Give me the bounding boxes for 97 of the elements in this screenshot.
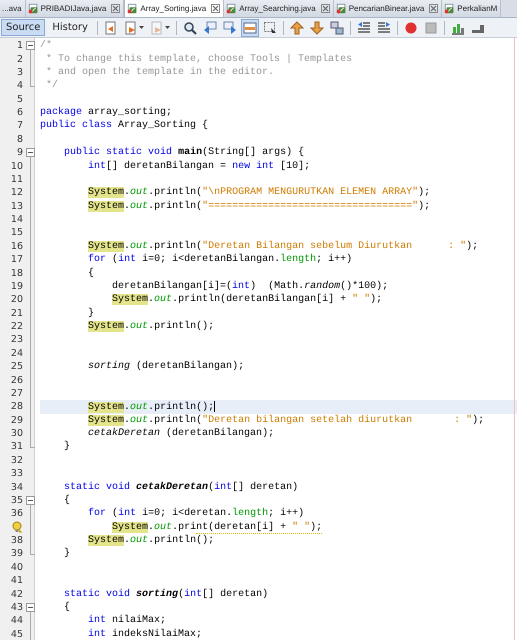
line-number: 40: [10, 562, 23, 573]
line-number: 8: [16, 134, 23, 145]
code-line: int indeksNilaiMax;: [87, 628, 202, 640]
line-number: 22: [10, 321, 23, 332]
line-number: 24: [10, 348, 23, 359]
view-button[interactable]: Source: [1, 19, 46, 36]
code-line: * and open the template in the editor.: [45, 66, 274, 78]
highlight-icon[interactable]: [240, 18, 259, 36]
editor-tab[interactable]: Array_Sorting.java: [124, 0, 224, 17]
code-line: System.out.println();: [87, 535, 214, 546]
line-number: 20: [10, 294, 23, 306]
line-number: 34: [10, 482, 23, 493]
line-number: 30: [10, 428, 23, 440]
line-number: 31: [10, 441, 23, 452]
line-number: 43: [10, 602, 23, 613]
shapes-icon[interactable]: [328, 18, 346, 36]
line-number: 44: [10, 615, 23, 626]
line-number: 23: [10, 334, 23, 346]
code-line: cetakDeretan (deretanBilangan);: [87, 428, 274, 440]
line-number: 39: [10, 548, 23, 560]
code-line: for (int i=0; i<deretan.length; i++): [87, 508, 304, 520]
close-icon[interactable]: [211, 4, 220, 13]
code-line: for (int i=0; i<deretanBilangan.length; i++): [87, 254, 352, 266]
line-number: 38: [10, 535, 23, 546]
line-number: 26: [10, 374, 23, 386]
close-icon[interactable]: [320, 4, 330, 13]
code-line: {: [87, 268, 94, 279]
line-number: 1: [16, 40, 23, 52]
line-number: 4: [16, 80, 23, 92]
editor-tab[interactable]: PRIBADIJava.java: [26, 0, 124, 17]
code-line: System.out.println("==================================");: [87, 200, 430, 212]
line-number: 6: [16, 107, 23, 118]
code-line: static void cetakDeretan(int[] deretan): [63, 482, 298, 493]
line-number: 2: [16, 54, 23, 65]
line-number: 7: [16, 120, 23, 132]
line-number: 16: [10, 240, 23, 252]
line-number: 18: [10, 268, 23, 279]
lightbulb-icon[interactable]: [12, 521, 23, 534]
collapse-icon[interactable]: [26, 146, 35, 160]
line-number: 28: [10, 401, 23, 412]
editor-tab[interactable]: PerkalianM: [442, 0, 502, 17]
editor-tab[interactable]: ...ava: [0, 0, 26, 17]
close-icon[interactable]: [111, 4, 120, 13]
line-number: 36: [10, 508, 23, 520]
code-line: System.out.println();: [87, 321, 214, 332]
code-line: public class Array_Sorting {: [40, 120, 208, 132]
line-number: 14: [10, 214, 23, 226]
code-line: System.out.println("\nPROGRAM MENGURUTKAN ELEMEN ARRAY");: [87, 187, 430, 198]
down-arrow-icon[interactable]: [308, 18, 326, 36]
line-number: 32: [10, 454, 23, 466]
line-number: 29: [10, 414, 23, 426]
line-number: 3: [16, 66, 23, 78]
line-number: 35: [10, 494, 23, 506]
line-number: 25: [10, 361, 23, 372]
collapse-icon[interactable]: [26, 600, 35, 615]
line-number: 42: [10, 588, 23, 600]
view-button[interactable]: History: [47, 19, 93, 36]
line-number: 11: [10, 174, 23, 185]
code-line: */: [45, 80, 58, 92]
line-number: 9: [16, 147, 23, 158]
code-line: * To change this template, choose Tools | Templates: [45, 54, 352, 65]
code-line: int nilaiMax;: [87, 615, 166, 626]
line-number: 45: [10, 628, 23, 640]
code-line: deretanBilangan[i]=(int) (Math.random()*100);: [111, 280, 388, 292]
code-line: {: [63, 602, 70, 613]
code-line: }: [63, 441, 70, 452]
line-number: 19: [10, 280, 23, 292]
code-line: public static void main(String[] args) {: [63, 147, 304, 158]
code-line: System.out.println("Deretan Bilangan sebelum Diurutkan : ");: [87, 240, 478, 252]
line-number: 10: [10, 160, 23, 172]
collapse-icon[interactable]: [26, 39, 35, 53]
code-line: System.out.print(deretan[i] + " ");: [111, 522, 322, 533]
code-line: /*: [40, 40, 52, 52]
line-number: 12: [10, 187, 23, 198]
code-line: {: [63, 494, 70, 506]
line-number: 15: [10, 227, 23, 238]
code-line: int[] deretanBilangan = new int [10];: [87, 160, 310, 172]
line-number: 13: [10, 200, 23, 212]
code-line: System.out.println(deretanBilangan[i] + " ");: [111, 294, 382, 306]
code-line: }: [63, 548, 70, 560]
editor-tab[interactable]: PencarianBinear.java: [334, 0, 442, 17]
collapse-icon[interactable]: [26, 494, 35, 508]
code-line: }: [87, 308, 94, 319]
code-line: System.out.println();: [87, 400, 216, 413]
line-number: 5: [16, 94, 23, 105]
line-number: 27: [10, 388, 23, 399]
code-line: System.out.println("Deretan bilangan setelah diurutkan : ");: [87, 414, 484, 426]
close-icon[interactable]: [429, 4, 438, 13]
line-number: 21: [10, 308, 23, 319]
line-number: 41: [10, 575, 23, 586]
code-line: static void sorting(int[] deretan): [63, 588, 268, 600]
line-number: 17: [10, 254, 23, 266]
up-arrow-icon[interactable]: [288, 18, 306, 36]
line-number: 33: [10, 468, 23, 480]
editor-tab[interactable]: Array_Searching.java: [224, 0, 334, 17]
code-line: package array_sorting;: [40, 107, 172, 118]
code-line: sorting (deretanBilangan);: [87, 361, 244, 372]
